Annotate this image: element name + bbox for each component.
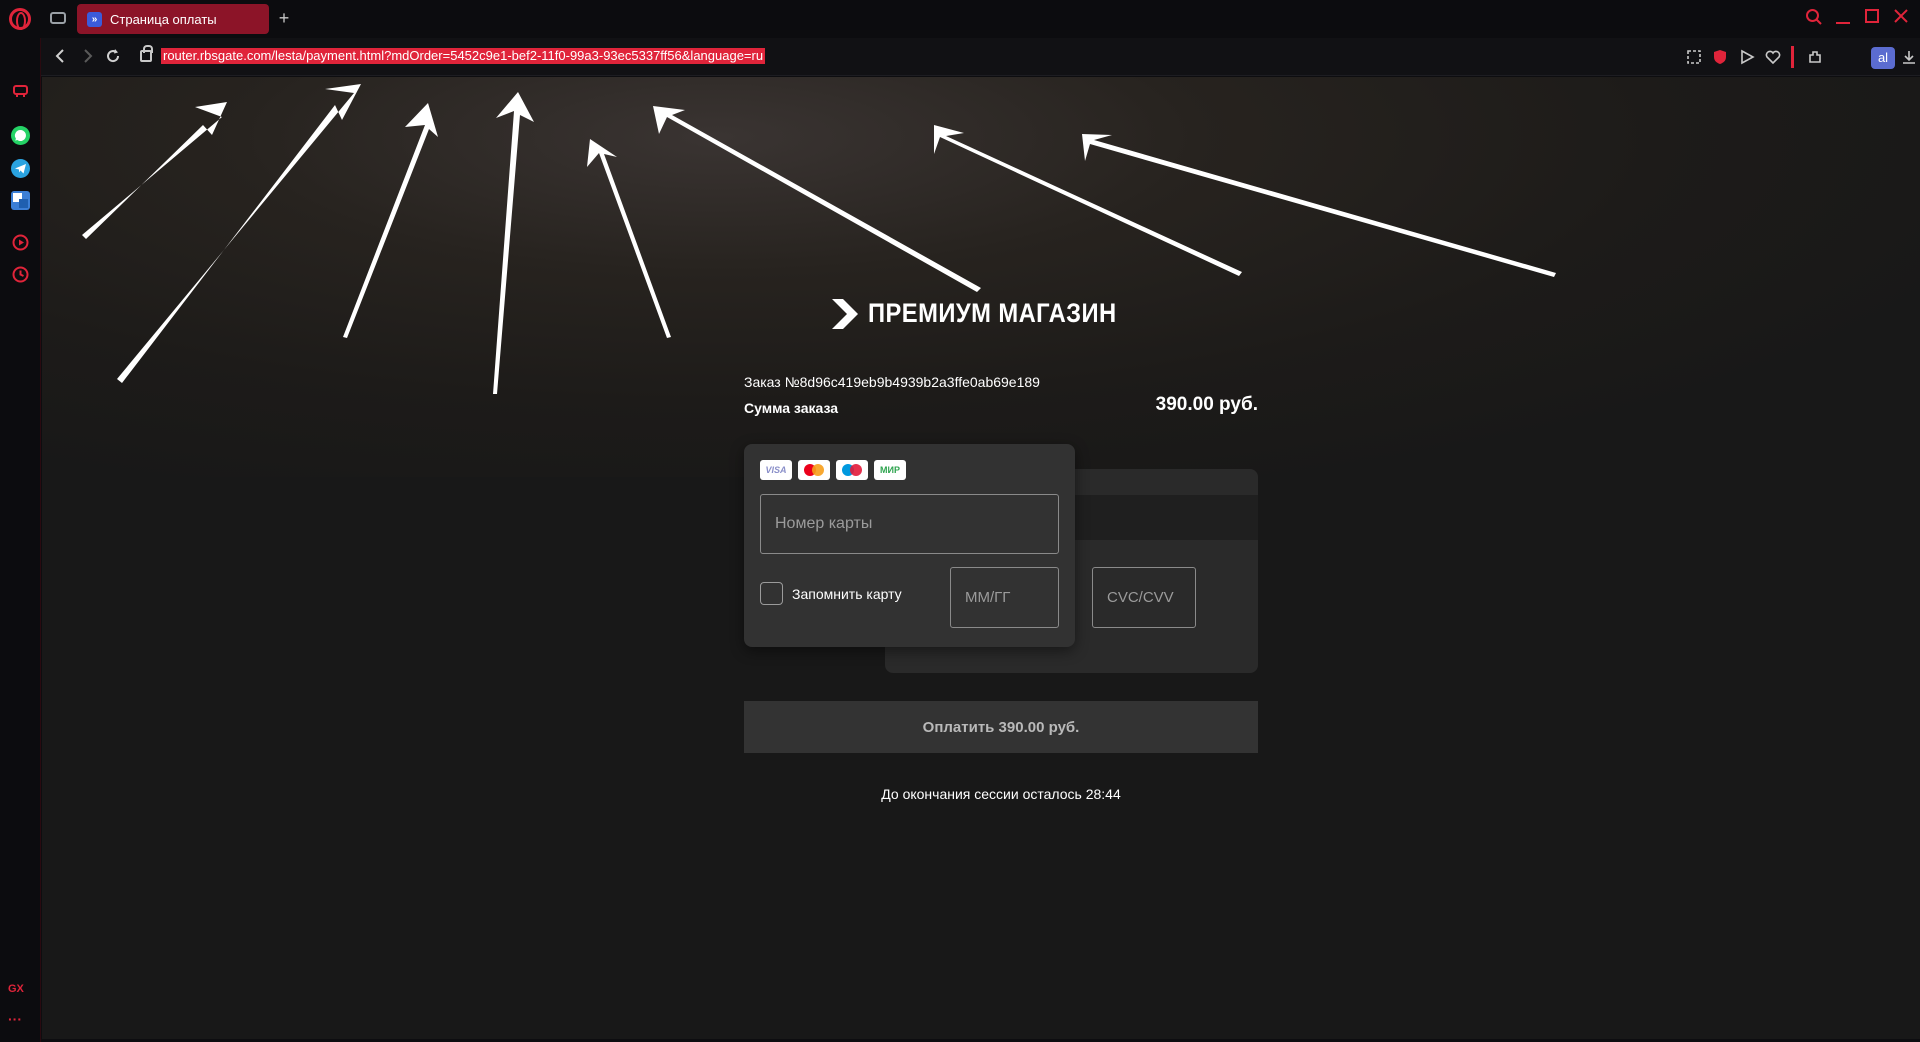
- card-front: VISA МИР Номер карты Запомнить карту ММ/…: [744, 444, 1075, 647]
- arrow-6: [653, 106, 981, 292]
- browser-top-bar: » Страница оплаты +: [0, 0, 1920, 38]
- order-number: Заказ №8d96c419eb9b4939b2a3ffe0ab69e189: [744, 374, 1040, 390]
- gx-control-icon[interactable]: [11, 80, 30, 99]
- mir-logo-icon: МИР: [874, 460, 906, 480]
- navigation-bar: router.rbsgate.com/lesta/payment.html?md…: [41, 38, 1920, 76]
- sum-label: Сумма заказа: [744, 400, 839, 416]
- pay-button[interactable]: Оплатить 390.00 руб.: [744, 701, 1258, 753]
- gx-corner-label[interactable]: GX: [8, 983, 24, 995]
- maximize-icon[interactable]: [1864, 8, 1880, 30]
- reload-icon[interactable]: [103, 46, 123, 66]
- lock-icon[interactable]: [140, 45, 153, 62]
- heart-bookmark-icon[interactable]: [1764, 48, 1782, 66]
- tab-title: Страница оплаты: [110, 11, 217, 27]
- snapshot-icon[interactable]: [1685, 48, 1703, 66]
- card-logos: VISA МИР: [760, 460, 906, 480]
- arrow-5: [587, 139, 671, 338]
- toolbar-divider: [1791, 46, 1794, 68]
- send-icon[interactable]: [1738, 48, 1756, 66]
- download-icon[interactable]: [1900, 48, 1918, 66]
- whatsapp-icon[interactable]: [11, 126, 30, 145]
- remember-card-label: Запомнить карту: [792, 585, 902, 602]
- remember-card[interactable]: Запомнить карту: [760, 582, 902, 605]
- sum-value: 390.00 руб.: [1155, 394, 1258, 415]
- minimize-icon[interactable]: [1835, 8, 1851, 30]
- expiry-field[interactable]: ММ/ГГ: [950, 567, 1059, 628]
- brand-logo-icon: [832, 298, 858, 329]
- telegram-icon[interactable]: [11, 159, 30, 178]
- visa-logo-icon: VISA: [760, 460, 792, 480]
- back-icon[interactable]: [51, 46, 71, 66]
- browser-sidebar: GX ···: [0, 38, 41, 1042]
- close-window-icon[interactable]: [1893, 8, 1909, 30]
- arrow-2: [117, 84, 361, 383]
- mastercard-logo-icon: [798, 460, 830, 480]
- session-timer: До окончания сессии осталось 28:44: [881, 786, 1121, 802]
- address-field[interactable]: router.rbsgate.com/lesta/payment.html?md…: [161, 48, 766, 64]
- player-icon[interactable]: [11, 233, 30, 252]
- payment-page: ПРЕМИУМ МАГАЗИН Заказ №8d96c419eb9b4939b…: [42, 77, 1920, 1039]
- tab-payment-page[interactable]: » Страница оплаты: [77, 4, 269, 34]
- card-number-field[interactable]: Номер карты: [760, 494, 1059, 554]
- annotation-arrows: [82, 84, 1556, 394]
- remember-card-checkbox[interactable]: [760, 582, 783, 605]
- shop-brand: ПРЕМИУМ МАГАЗИН: [832, 298, 1151, 329]
- forward-icon[interactable]: [77, 46, 97, 66]
- arrow-3: [343, 103, 438, 338]
- tab-menu-icon[interactable]: [50, 12, 66, 24]
- arrow-8: [1082, 134, 1556, 277]
- arrow-1: [82, 102, 227, 239]
- tab-favicon-icon: »: [87, 11, 102, 27]
- extensions-icon[interactable]: [1806, 48, 1824, 66]
- opera-menu-icon[interactable]: [9, 8, 31, 30]
- maestro-logo-icon: [836, 460, 868, 480]
- history-icon[interactable]: [11, 265, 30, 284]
- cvc-field[interactable]: CVC/CVV: [1092, 567, 1196, 628]
- translate-icon[interactable]: [11, 191, 30, 210]
- arrow-4: [493, 92, 534, 394]
- sidebar-more-icon[interactable]: ···: [8, 1011, 22, 1027]
- search-tabs-icon[interactable]: [1805, 8, 1823, 30]
- profile-avatar[interactable]: al: [1871, 47, 1895, 69]
- brand-name: ПРЕМИУМ МАГАЗИН: [868, 298, 1117, 328]
- adblock-shield-icon[interactable]: [1711, 48, 1729, 66]
- new-tab-button[interactable]: +: [275, 9, 293, 27]
